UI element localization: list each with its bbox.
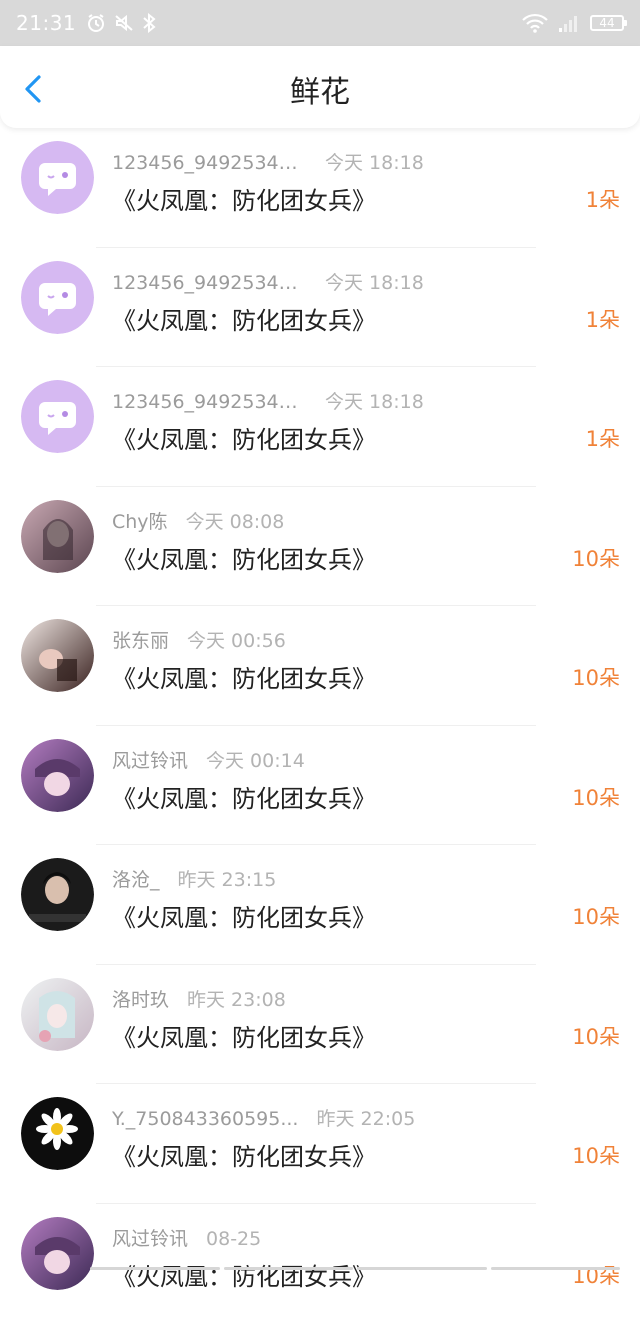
book-title: 《火凤凰：防化团女兵》 bbox=[112, 779, 376, 814]
book-title: 《火凤凰：防化团女兵》 bbox=[112, 301, 376, 336]
default-chat-avatar-icon bbox=[21, 141, 94, 214]
list-item[interactable]: 洛沧_ 昨天 23:15 《火凤凰：防化团女兵》 10朵 bbox=[0, 845, 640, 965]
flower-count: 10朵 bbox=[572, 1140, 620, 1170]
gift-time: 昨天 22:05 bbox=[316, 1104, 415, 1131]
sender-name: 洛沧_ bbox=[112, 865, 160, 892]
wifi-icon bbox=[522, 13, 548, 33]
avatar[interactable] bbox=[21, 1217, 94, 1290]
book-title: 《火凤凰：防化团女兵》 bbox=[112, 540, 376, 575]
user-photo-avatar bbox=[21, 858, 94, 931]
list-item[interactable]: 洛时玖 昨天 23:08 《火凤凰：防化团女兵》 10朵 bbox=[0, 965, 640, 1085]
flower-count: 1朵 bbox=[586, 423, 620, 453]
avatar[interactable] bbox=[21, 978, 94, 1051]
list-item[interactable]: 123456_94925344... 今天 18:18 《火凤凰：防化团女兵》 … bbox=[0, 128, 640, 248]
sender-name: Y._750843360595... bbox=[112, 1108, 298, 1130]
flower-count: 10朵 bbox=[572, 901, 620, 931]
book-title: 《火凤凰：防化团女兵》 bbox=[112, 1137, 376, 1172]
list-item[interactable]: 123456_94925344... 今天 18:18 《火凤凰：防化团女兵》 … bbox=[0, 248, 640, 368]
flower-count: 10朵 bbox=[572, 662, 620, 692]
flower-gift-list: 123456_94925344... 今天 18:18 《火凤凰：防化团女兵》 … bbox=[0, 128, 640, 1323]
alarm-icon bbox=[86, 13, 106, 33]
gift-time: 今天 18:18 bbox=[325, 268, 424, 295]
list-item[interactable]: 风过铃讯 08-25 《火凤凰：防化团女兵》 10朵 bbox=[0, 1204, 640, 1323]
sender-name: 123456_94925344... bbox=[112, 391, 307, 413]
avatar[interactable] bbox=[21, 858, 94, 931]
book-title: 《火凤凰：防化团女兵》 bbox=[112, 1018, 376, 1053]
flower-count: 10朵 bbox=[572, 782, 620, 812]
battery-icon: 44 bbox=[590, 15, 624, 31]
sender-name: 123456_94925344... bbox=[112, 272, 307, 294]
gift-time: 昨天 23:08 bbox=[187, 985, 286, 1012]
default-chat-avatar-icon bbox=[21, 261, 94, 334]
sender-name: 洛时玖 bbox=[112, 985, 169, 1012]
scroll-indicator bbox=[90, 1267, 620, 1270]
mute-icon bbox=[114, 13, 134, 33]
list-item[interactable]: Y._750843360595... 昨天 22:05 《火凤凰：防化团女兵》 … bbox=[0, 1084, 640, 1204]
bluetooth-icon bbox=[142, 13, 156, 33]
book-title: 《火凤凰：防化团女兵》 bbox=[112, 181, 376, 216]
avatar[interactable] bbox=[21, 500, 94, 573]
status-time: 21:31 bbox=[16, 11, 76, 35]
avatar[interactable] bbox=[21, 619, 94, 692]
gift-time: 今天 18:18 bbox=[325, 148, 424, 175]
battery-level: 44 bbox=[599, 16, 614, 30]
sender-name: 风过铃讯 bbox=[112, 1224, 188, 1251]
user-photo-avatar bbox=[21, 619, 94, 692]
list-item[interactable]: 风过铃讯 今天 00:14 《火凤凰：防化团女兵》 10朵 bbox=[0, 726, 640, 846]
status-bar: 21:31 44 bbox=[0, 0, 640, 46]
user-photo-avatar bbox=[21, 978, 94, 1051]
book-title: 《火凤凰：防化团女兵》 bbox=[112, 898, 376, 933]
user-photo-avatar bbox=[21, 500, 94, 573]
flower-count: 10朵 bbox=[572, 1260, 620, 1290]
gift-time: 今天 18:18 bbox=[325, 387, 424, 414]
gift-time: 今天 08:08 bbox=[186, 507, 285, 534]
sender-name: 123456_94925344... bbox=[112, 152, 307, 174]
flower-count: 1朵 bbox=[586, 304, 620, 334]
flower-count: 10朵 bbox=[572, 543, 620, 573]
sender-name: 风过铃讯 bbox=[112, 746, 188, 773]
flower-count: 10朵 bbox=[572, 1021, 620, 1051]
avatar[interactable] bbox=[21, 1097, 94, 1170]
daisy-photo-avatar bbox=[21, 1097, 94, 1170]
user-photo-avatar bbox=[21, 739, 94, 812]
book-title: 《火凤凰：防化团女兵》 bbox=[112, 1257, 376, 1292]
app-header: 鲜花 bbox=[0, 46, 640, 128]
book-title: 《火凤凰：防化团女兵》 bbox=[112, 659, 376, 694]
default-chat-avatar-icon bbox=[21, 380, 94, 453]
flower-count: 1朵 bbox=[586, 184, 620, 214]
list-item[interactable]: 123456_94925344... 今天 18:18 《火凤凰：防化团女兵》 … bbox=[0, 367, 640, 487]
sender-name: Chy陈 bbox=[112, 507, 168, 534]
avatar[interactable] bbox=[21, 141, 94, 214]
list-item[interactable]: 张东丽 今天 00:56 《火凤凰：防化团女兵》 10朵 bbox=[0, 606, 640, 726]
avatar[interactable] bbox=[21, 261, 94, 334]
gift-time: 今天 00:56 bbox=[187, 626, 286, 653]
sender-name: 张东丽 bbox=[112, 626, 169, 653]
gift-time: 昨天 23:15 bbox=[178, 865, 277, 892]
gift-time: 今天 00:14 bbox=[206, 746, 305, 773]
book-title: 《火凤凰：防化团女兵》 bbox=[112, 420, 376, 455]
avatar[interactable] bbox=[21, 739, 94, 812]
list-item[interactable]: Chy陈 今天 08:08 《火凤凰：防化团女兵》 10朵 bbox=[0, 487, 640, 607]
signal-icon bbox=[558, 13, 580, 33]
gift-time: 08-25 bbox=[206, 1228, 261, 1250]
page-title: 鲜花 bbox=[0, 46, 640, 128]
avatar[interactable] bbox=[21, 380, 94, 453]
user-photo-avatar bbox=[21, 1217, 94, 1290]
